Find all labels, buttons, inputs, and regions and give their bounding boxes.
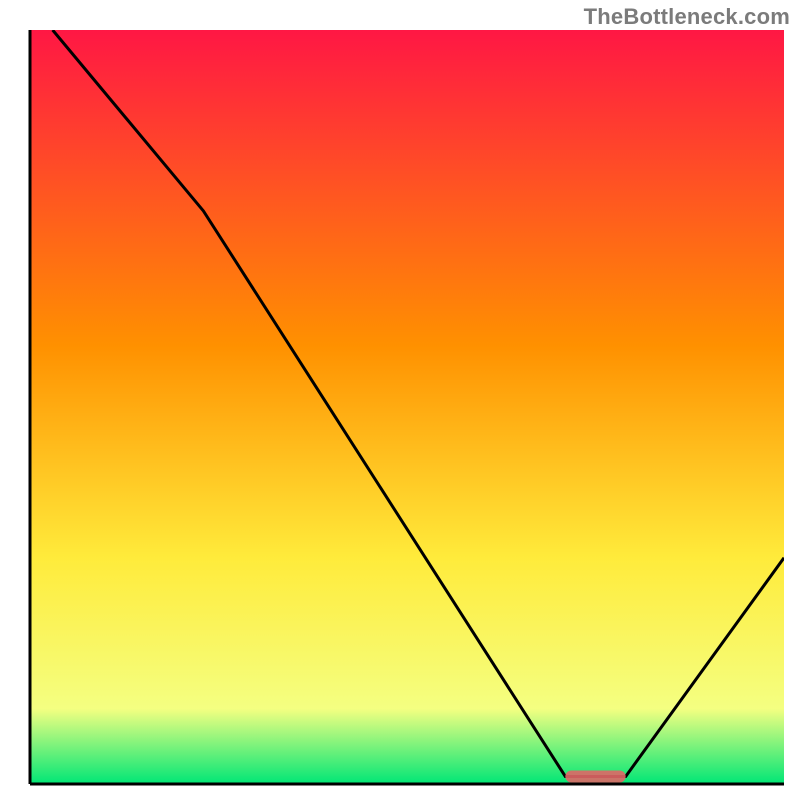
bottleneck-chart	[0, 0, 800, 800]
gradient-background	[30, 30, 784, 784]
watermark-label: TheBottleneck.com	[584, 4, 790, 30]
optimal-range-marker	[565, 770, 625, 782]
